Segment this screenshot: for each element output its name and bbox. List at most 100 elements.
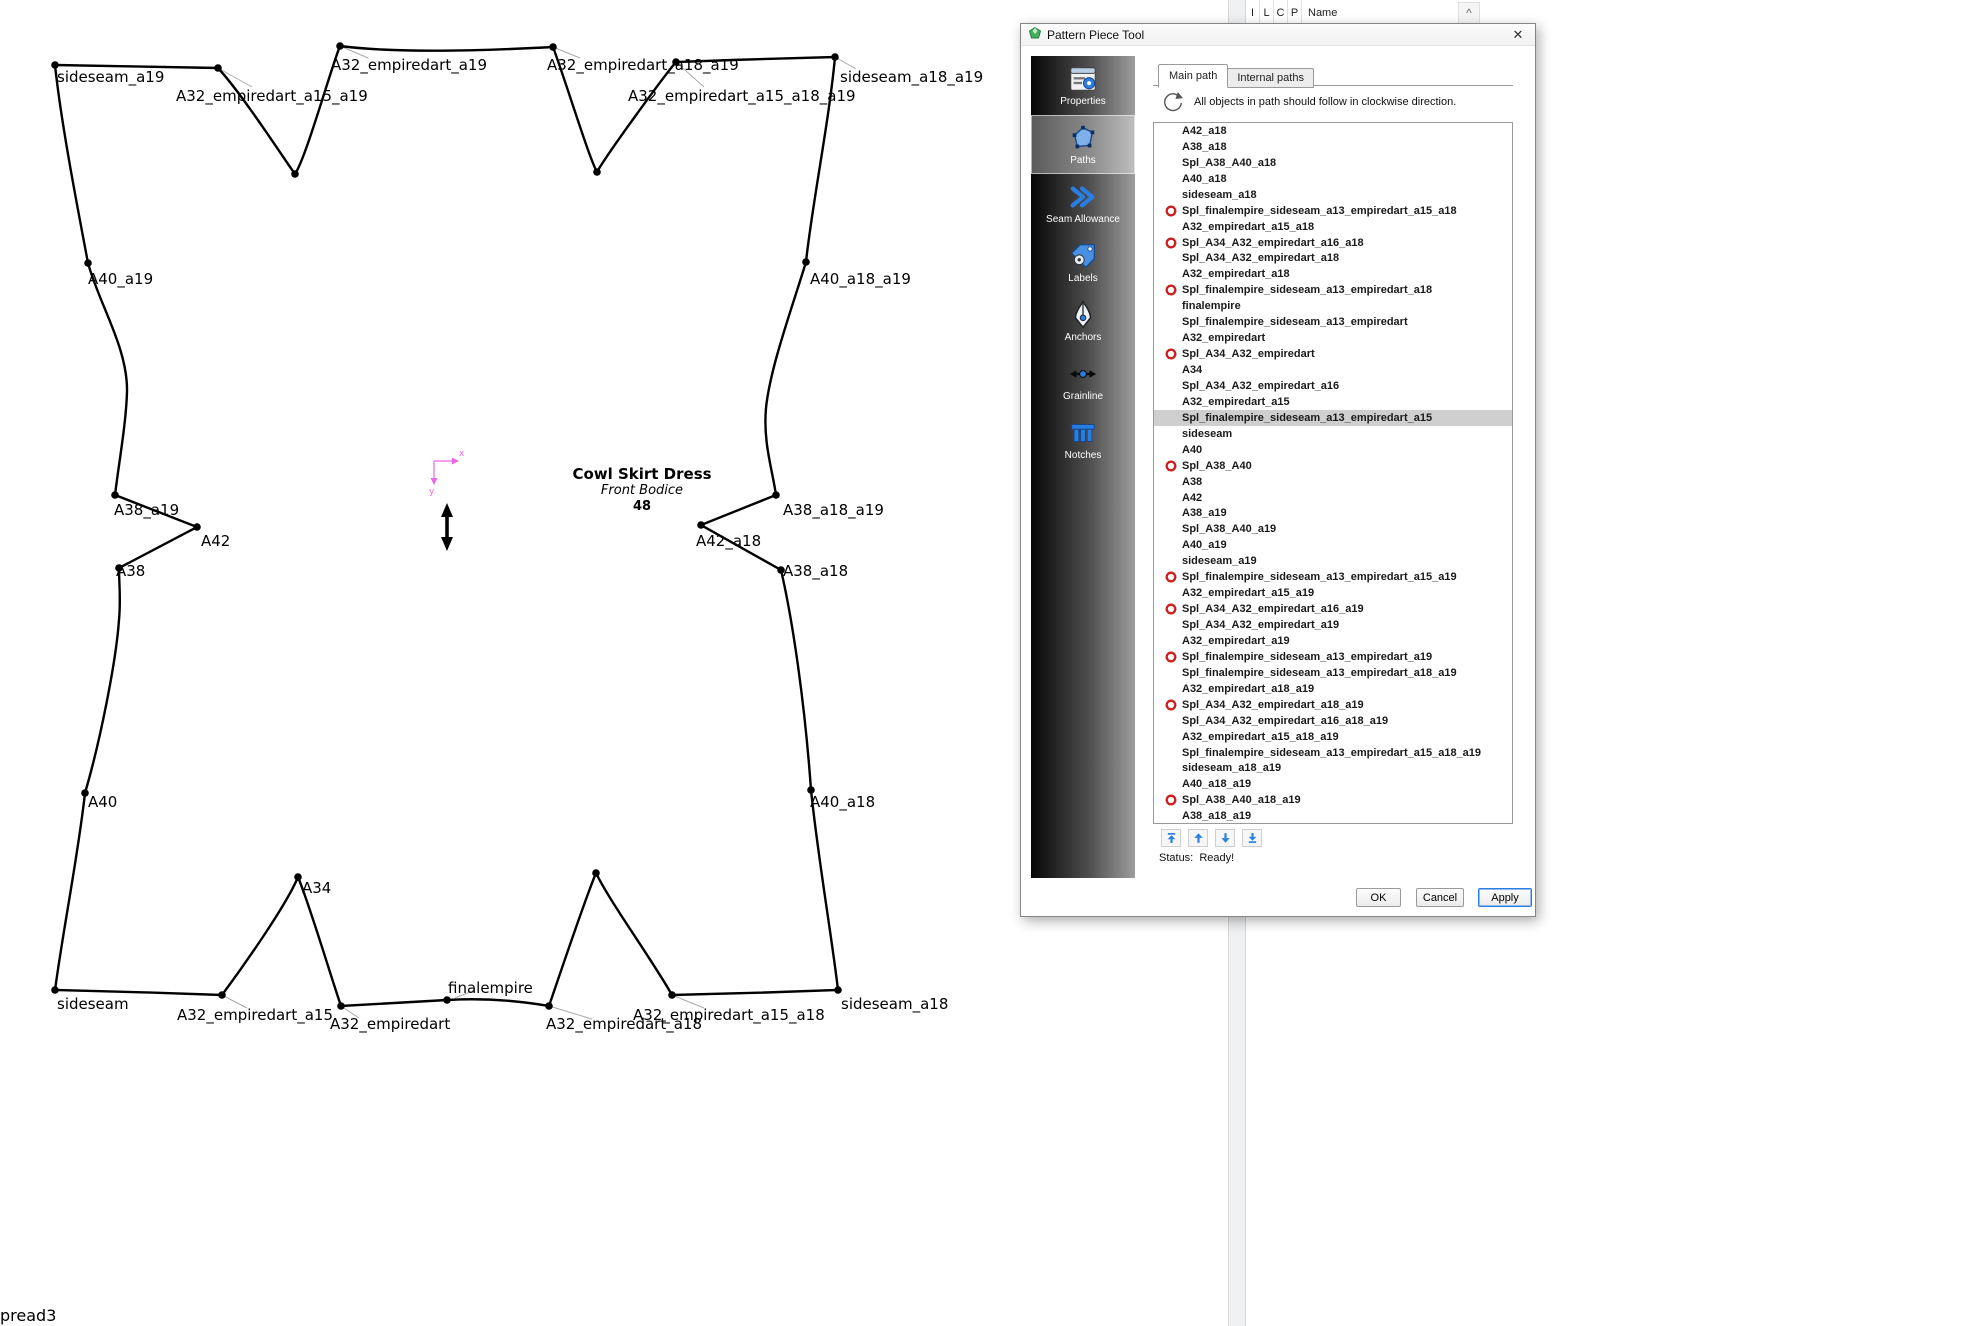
panel-column-header-name[interactable]: Name xyxy=(1302,0,1484,25)
apply-button[interactable]: Apply xyxy=(1478,888,1532,907)
sidebar-item-grainline[interactable]: Grainline xyxy=(1031,351,1135,410)
grainline-arrow[interactable] xyxy=(441,503,453,551)
grainline-icon xyxy=(1068,359,1098,389)
point-label-A38_a19: A38_a19 xyxy=(114,501,179,519)
path-list-item[interactable]: Spl_finalempire_sideseam_a13_empiredart_… xyxy=(1154,282,1512,298)
path-list-item[interactable]: A42_a18 xyxy=(1154,123,1512,139)
panel-column-header-l[interactable]: L xyxy=(1260,0,1274,25)
path-list-item[interactable]: sideseam_a18 xyxy=(1154,187,1512,203)
path-list-item[interactable]: A40_a18_a19 xyxy=(1154,776,1512,792)
path-list-item[interactable]: A32_empiredart_a15_a18_a19 xyxy=(1154,729,1512,745)
path-list-item[interactable]: A40 xyxy=(1154,442,1512,458)
path-list-item[interactable]: A38 xyxy=(1154,474,1512,490)
path-list-item[interactable]: sideseam xyxy=(1154,426,1512,442)
tab-main-path[interactable]: Main path xyxy=(1158,64,1228,88)
path-item-label: A32_empiredart_a18 xyxy=(1182,268,1290,280)
path-item-label: sideseam xyxy=(1182,428,1232,440)
main-path-list[interactable]: A42_a18A38_a18Spl_A38_A40_a18A40_a18side… xyxy=(1153,122,1513,824)
path-item-label: Spl_finalempire_sideseam_a13_empiredart_… xyxy=(1182,651,1432,663)
path-item-label: A40_a18_a19 xyxy=(1182,778,1251,790)
path-list-item[interactable]: Spl_A34_A32_empiredart_a16 xyxy=(1154,378,1512,394)
tab-internal-paths[interactable]: Internal paths xyxy=(1227,68,1314,88)
path-list-item[interactable]: Spl_A34_A32_empiredart_a19 xyxy=(1154,617,1512,633)
arrow-down-icon xyxy=(1220,832,1231,844)
path-list-item[interactable]: Spl_A34_A32_empiredart_a16_a19 xyxy=(1154,601,1512,617)
point-label-A40: A40 xyxy=(88,793,117,811)
sidebar-item-paths[interactable]: Paths xyxy=(1031,115,1135,174)
panel-column-header-p[interactable]: P xyxy=(1288,0,1302,25)
arrow-top-icon xyxy=(1166,832,1177,844)
path-list-item[interactable]: A32_empiredart_a15_a19 xyxy=(1154,585,1512,601)
app-icon xyxy=(1029,27,1041,42)
path-list-item[interactable]: A32_empiredart_a18 xyxy=(1154,266,1512,282)
path-list-item[interactable]: A34 xyxy=(1154,362,1512,378)
close-icon[interactable]: ✕ xyxy=(1509,27,1527,43)
cancel-button[interactable]: Cancel xyxy=(1416,888,1464,907)
path-list-item[interactable]: A38_a19 xyxy=(1154,506,1512,522)
path-list-item[interactable]: Spl_A38_A40_a18_a19 xyxy=(1154,792,1512,808)
point-label-A34: A34 xyxy=(302,879,331,897)
reversed-direction-icon xyxy=(1165,205,1177,217)
anchors-icon xyxy=(1068,300,1098,330)
path-list-item[interactable]: Spl_finalempire_sideseam_a13_empiredart_… xyxy=(1154,203,1512,219)
path-list-item[interactable]: Spl_A34_A32_empiredart_a18_a19 xyxy=(1154,697,1512,713)
move-bottom-button[interactable] xyxy=(1242,829,1262,847)
sidebar-item-notches[interactable]: Notches xyxy=(1031,410,1135,469)
path-list-item[interactable]: A42 xyxy=(1154,490,1512,506)
direction-hint: All objects in path should follow in clo… xyxy=(1161,90,1513,114)
status-text: Status: Ready! xyxy=(1159,852,1234,864)
piece-label-block[interactable]: Cowl Skirt Dress Front Bodice 48 xyxy=(557,466,727,515)
ok-button[interactable]: OK xyxy=(1356,888,1401,907)
path-list-item[interactable]: A32_empiredart_a19 xyxy=(1154,633,1512,649)
path-item-label: Spl_A34_A32_empiredart_a16_a19 xyxy=(1182,603,1364,615)
path-list-item[interactable]: Spl_A38_A40_a19 xyxy=(1154,521,1512,537)
path-list-item[interactable]: Spl_A34_A32_empiredart_a16_a18 xyxy=(1154,235,1512,251)
path-item-label: A32_empiredart xyxy=(1182,332,1265,344)
path-item-label: A40 xyxy=(1182,444,1202,456)
panel-column-header-i[interactable]: I xyxy=(1246,0,1260,25)
path-list-item[interactable]: Spl_A34_A32_empiredart xyxy=(1154,346,1512,362)
svg-text:y: y xyxy=(429,487,435,497)
path-list-item[interactable]: finalempire xyxy=(1154,298,1512,314)
path-list-item[interactable]: Spl_A34_A32_empiredart_a18 xyxy=(1154,251,1512,267)
sidebar-item-properties[interactable]: Properties xyxy=(1031,56,1135,115)
sidebar-item-labels[interactable]: Labels xyxy=(1031,233,1135,292)
sidebar-item-seam-allowance[interactable]: Seam Allowance xyxy=(1031,174,1135,233)
path-list-item[interactable]: A38_a18 xyxy=(1154,139,1512,155)
path-list-item[interactable]: Spl_finalempire_sideseam_a13_empiredart_… xyxy=(1154,649,1512,665)
dialog-titlebar[interactable]: Pattern Piece Tool ✕ xyxy=(1021,24,1535,46)
path-list-item[interactable]: A38_a18_a19 xyxy=(1154,808,1512,824)
path-list-item[interactable]: Spl_finalempire_sideseam_a13_empiredart_… xyxy=(1154,569,1512,585)
reversed-direction-icon xyxy=(1165,603,1177,615)
path-list-item[interactable]: sideseam_a18_a19 xyxy=(1154,761,1512,777)
path-list-item[interactable]: sideseam_a19 xyxy=(1154,553,1512,569)
sidebar-item-anchors[interactable]: Anchors xyxy=(1031,292,1135,351)
path-list-item[interactable]: A32_empiredart_a18_a19 xyxy=(1154,681,1512,697)
seam-allowance-icon xyxy=(1068,182,1098,212)
path-list-item[interactable]: Spl_finalempire_sideseam_a13_empiredart xyxy=(1154,314,1512,330)
move-top-button[interactable] xyxy=(1161,829,1181,847)
path-list-item[interactable]: A40_a19 xyxy=(1154,537,1512,553)
path-list-item[interactable]: Spl_A38_A40 xyxy=(1154,458,1512,474)
move-up-button[interactable] xyxy=(1188,829,1208,847)
path-list-item[interactable]: A32_empiredart_a15 xyxy=(1154,394,1512,410)
path-list-item[interactable]: A32_empiredart_a15_a18 xyxy=(1154,219,1512,235)
panel-column-header-c[interactable]: C xyxy=(1274,0,1288,25)
path-list-item[interactable]: A32_empiredart xyxy=(1154,330,1512,346)
path-item-label: Spl_A34_A32_empiredart_a18 xyxy=(1182,252,1339,264)
path-list-item[interactable]: Spl_finalempire_sideseam_a13_empiredart_… xyxy=(1154,745,1512,761)
path-list-item[interactable]: Spl_finalempire_sideseam_a13_empiredart_… xyxy=(1154,665,1512,681)
point-label-A32_empiredart: A32_empiredart xyxy=(330,1015,450,1033)
tab-bar: Main pathInternal paths xyxy=(1158,64,1313,88)
reversed-direction-icon xyxy=(1165,284,1177,296)
reversed-direction-icon xyxy=(1165,651,1177,663)
path-list-item[interactable]: Spl_finalempire_sideseam_a13_empiredart_… xyxy=(1154,410,1512,426)
path-list-item[interactable]: Spl_A34_A32_empiredart_a16_a18_a19 xyxy=(1154,713,1512,729)
path-item-label: A42 xyxy=(1182,492,1202,504)
scrollbar-up-arrow[interactable]: ^ xyxy=(1458,2,1480,24)
path-list-item[interactable]: Spl_A38_A40_a18 xyxy=(1154,155,1512,171)
move-down-button[interactable] xyxy=(1215,829,1235,847)
point-label-A32_empiredart_a15_a19: A32_empiredart_a15_a19 xyxy=(176,87,368,105)
point-label-sideseam_a19: sideseam_a19 xyxy=(57,68,164,86)
path-list-item[interactable]: A40_a18 xyxy=(1154,171,1512,187)
